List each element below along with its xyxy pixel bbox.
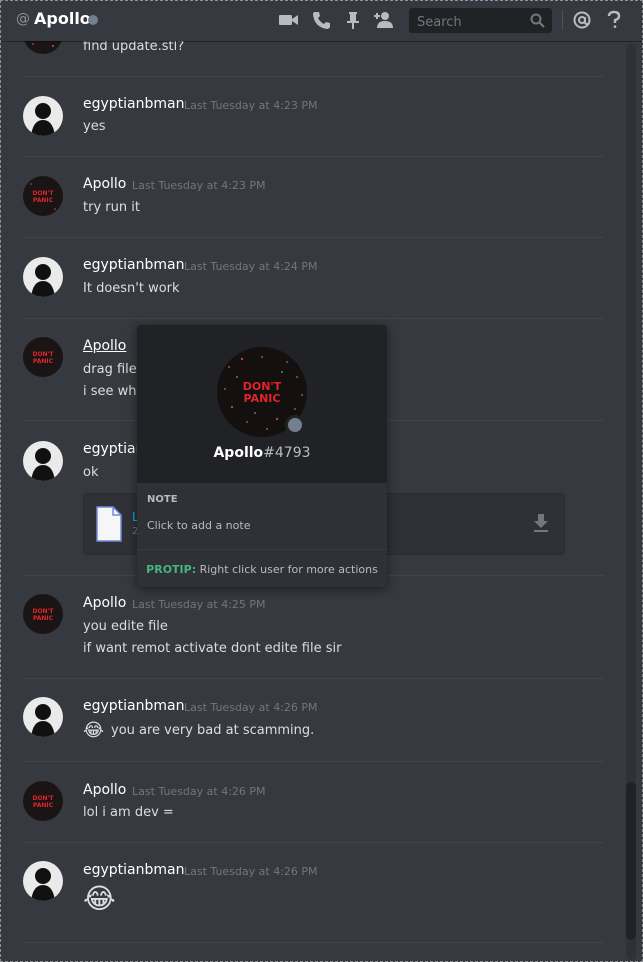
- message-author[interactable]: Apollo: [83, 595, 126, 611]
- emoji-laughing-large: 😂: [83, 882, 116, 915]
- add-friend-icon[interactable]: [373, 10, 395, 30]
- video-call-icon[interactable]: [278, 10, 300, 30]
- message-divider: [24, 76, 604, 77]
- header-divider: [562, 10, 563, 30]
- channel-header: @ Apollo: [0, 0, 643, 41]
- message-text: ok: [83, 465, 99, 480]
- message-timestamp: Last Tuesday at 4:26 PM: [184, 865, 318, 878]
- search-box[interactable]: [409, 8, 552, 33]
- avatar-egyptianbman[interactable]: [23, 257, 63, 297]
- message-divider: [24, 942, 604, 943]
- message-divider: [24, 318, 604, 319]
- message-divider: [24, 678, 604, 679]
- pin-icon[interactable]: [343, 10, 365, 30]
- message-author[interactable]: egyptianbman: [83, 862, 184, 878]
- message-text: lol i am dev =: [83, 805, 174, 820]
- file-icon: [96, 506, 122, 546]
- message-timestamp: Last Tuesday at 4:23 PM: [184, 99, 318, 112]
- popout-header: DON'T PANIC Apollo#4793: [137, 325, 387, 483]
- message-author[interactable]: egyptianbman: [83, 96, 184, 112]
- message-text: yes: [83, 119, 106, 134]
- message-text: try run it: [83, 200, 140, 215]
- channel-title: Apollo: [34, 9, 91, 28]
- svg-text:PANIC: PANIC: [33, 197, 54, 204]
- message-author[interactable]: egyptian: [83, 441, 145, 457]
- message-author[interactable]: egyptianbman: [83, 257, 184, 273]
- download-icon[interactable]: [532, 513, 550, 537]
- note-input[interactable]: Click to add a note: [147, 519, 250, 532]
- message-author[interactable]: Apollo: [83, 782, 126, 798]
- protip-label: PROTIP:: [146, 563, 197, 576]
- avatar-apollo[interactable]: DON'T PANIC: [23, 594, 63, 634]
- message-text: drag file: [83, 362, 137, 377]
- message-timestamp: Last Tuesday at 4:26 PM: [184, 701, 318, 714]
- avatar-apollo[interactable]: DON'T PANIC: [23, 337, 63, 377]
- message-divider: [24, 156, 604, 157]
- message-text: you are very bad at scamming.: [111, 723, 315, 738]
- svg-text:PANIC: PANIC: [244, 392, 281, 405]
- avatar-apollo[interactable]: DON'T PANIC: [23, 176, 63, 216]
- avatar-egyptianbman[interactable]: [23, 861, 63, 901]
- mentions-icon[interactable]: [571, 10, 593, 30]
- user-popout: DON'T PANIC Apollo#4793 NOTE Click to ad…: [137, 325, 387, 587]
- message-text: i see wha: [83, 384, 145, 399]
- popout-discriminator: #4793: [263, 445, 311, 461]
- svg-text:DON'T: DON'T: [32, 608, 54, 615]
- message-author[interactable]: egyptianbman: [83, 698, 184, 714]
- message-divider: [24, 761, 604, 762]
- status-indicator: [88, 15, 98, 25]
- note-header: NOTE: [147, 494, 178, 505]
- svg-text:PANIC: PANIC: [33, 615, 54, 622]
- popout-status-indicator: [285, 415, 305, 435]
- message-author[interactable]: Apollo: [83, 176, 126, 192]
- message-text: It doesn't work: [83, 281, 180, 296]
- message-timestamp: Last Tuesday at 4:23 PM: [132, 179, 266, 192]
- message-text: you edite file: [83, 619, 168, 634]
- at-icon: @: [16, 11, 30, 27]
- popout-username-name: Apollo: [213, 445, 264, 461]
- avatar-apollo[interactable]: DON'T PANIC: [23, 781, 63, 821]
- popout-username: Apollo#4793: [137, 445, 387, 461]
- svg-text:DON'T: DON'T: [32, 190, 54, 197]
- svg-text:PANIC: PANIC: [33, 358, 54, 365]
- message-timestamp: Last Tuesday at 4:24 PM: [184, 260, 318, 273]
- svg-text:PANIC: PANIC: [33, 802, 54, 809]
- message-timestamp: Last Tuesday at 4:25 PM: [132, 598, 266, 611]
- protip: PROTIP: Right click user for more action…: [137, 563, 387, 576]
- message-author[interactable]: Apollo: [83, 338, 126, 354]
- avatar-egyptianbman[interactable]: [23, 697, 63, 737]
- message-divider: [24, 237, 604, 238]
- scrollbar-thumb[interactable]: [626, 782, 636, 940]
- avatar-egyptianbman[interactable]: [23, 96, 63, 136]
- protip-text: Right click user for more actions: [196, 563, 378, 576]
- message-divider: [24, 842, 604, 843]
- emoji-laughing: 😂: [83, 720, 105, 741]
- avatar-egyptianbman[interactable]: [23, 441, 63, 481]
- popout-divider: [137, 549, 387, 550]
- message-text: if want remot activate dont edite file s…: [83, 641, 342, 656]
- search-icon: [530, 13, 545, 32]
- svg-text:DON'T: DON'T: [32, 351, 54, 358]
- svg-text:DON'T: DON'T: [32, 795, 54, 802]
- message-text: find update.stl?: [83, 39, 185, 54]
- voice-call-icon[interactable]: [311, 10, 333, 30]
- search-input[interactable]: [415, 12, 529, 32]
- help-icon[interactable]: [603, 10, 625, 30]
- message-timestamp: Last Tuesday at 4:26 PM: [132, 785, 266, 798]
